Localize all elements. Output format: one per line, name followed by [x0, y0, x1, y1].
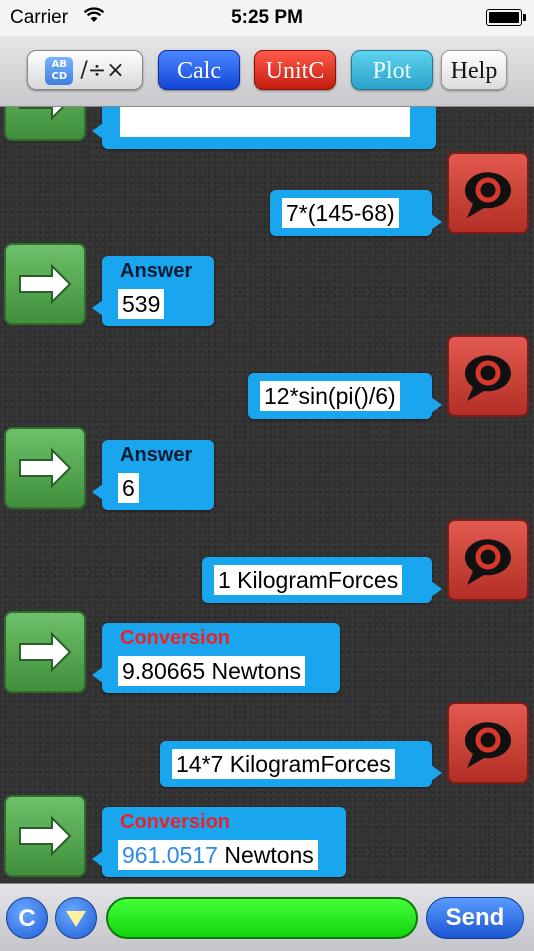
keyboard-toggle-button[interactable]: AB CD /÷× — [27, 50, 143, 90]
operators-label: /÷× — [80, 58, 125, 83]
plot-tab-button[interactable]: Plot — [351, 50, 433, 90]
answer-bubble[interactable]: Answer 6 — [92, 440, 214, 510]
query-avatar-speech-icon — [447, 702, 529, 784]
answer-header: Answer — [120, 444, 193, 466]
query-bubble[interactable]: 14*7 KilogramForces — [160, 741, 442, 787]
expression-input[interactable] — [106, 897, 418, 939]
answer-avatar-arrow-icon — [4, 107, 86, 141]
keyboard-abcd-icon: AB CD — [45, 57, 74, 85]
answer-avatar-arrow-icon — [4, 611, 86, 693]
query-bubble[interactable]: 7*(145-68) — [270, 190, 442, 236]
answer-bubble[interactable]: Answer 539 — [92, 256, 214, 326]
clear-button[interactable]: C — [6, 897, 48, 939]
query-avatar-speech-icon — [447, 335, 529, 417]
query-text: 14*7 KilogramForces — [172, 749, 395, 779]
help-button[interactable]: Help — [441, 50, 507, 90]
toolbar: AB CD /÷× Calc UnitC Plot Help — [0, 36, 534, 107]
unitc-tab-button[interactable]: UnitC — [254, 50, 336, 90]
battery-icon — [486, 9, 526, 26]
query-text: 12*sin(pi()/6) — [260, 381, 400, 411]
answer-value: 539 — [118, 289, 165, 319]
conversion-bubble[interactable]: Conversion 961.0517 Newtons — [92, 807, 346, 877]
conversion-header: Conversion — [120, 811, 231, 833]
answer-avatar-arrow-icon — [4, 427, 86, 509]
previous-answer-value-box — [120, 107, 410, 137]
triangle-down-icon — [66, 911, 86, 927]
query-text: 7*(145-68) — [282, 198, 399, 228]
chat-history[interactable]: 7*(145-68) Answer 539 12*sin(pi()/6) Ans… — [0, 107, 534, 883]
calc-tab-button[interactable]: Calc — [158, 50, 240, 90]
answer-avatar-arrow-icon — [4, 795, 86, 877]
answer-value: 6 — [118, 473, 139, 503]
query-bubble[interactable]: 1 KilogramForces — [202, 557, 442, 603]
query-text: 1 KilogramForces — [214, 565, 403, 595]
conversion-bubble[interactable]: Conversion 9.80665 Newtons — [92, 623, 340, 693]
status-bar: Carrier 5:25 PM — [0, 0, 534, 36]
clock: 5:25 PM — [231, 7, 303, 28]
query-avatar-speech-icon — [447, 519, 529, 601]
conversion-unit: Newtons — [217, 842, 314, 868]
conversion-value: 9.80665 Newtons — [118, 656, 306, 686]
history-dropdown-button[interactable] — [55, 897, 97, 939]
conversion-header: Conversion — [120, 627, 231, 649]
send-button[interactable]: Send — [426, 897, 524, 939]
answer-avatar-arrow-icon — [4, 243, 86, 325]
query-bubble[interactable]: 12*sin(pi()/6) — [248, 373, 442, 419]
query-avatar-speech-icon — [447, 152, 529, 234]
conversion-number[interactable]: 961.0517 — [122, 842, 218, 868]
answer-header: Answer — [120, 260, 193, 282]
input-bar: C Send — [0, 883, 534, 951]
previous-answer-bubble — [92, 107, 436, 149]
conversion-value: 961.0517 Newtons — [118, 840, 318, 870]
